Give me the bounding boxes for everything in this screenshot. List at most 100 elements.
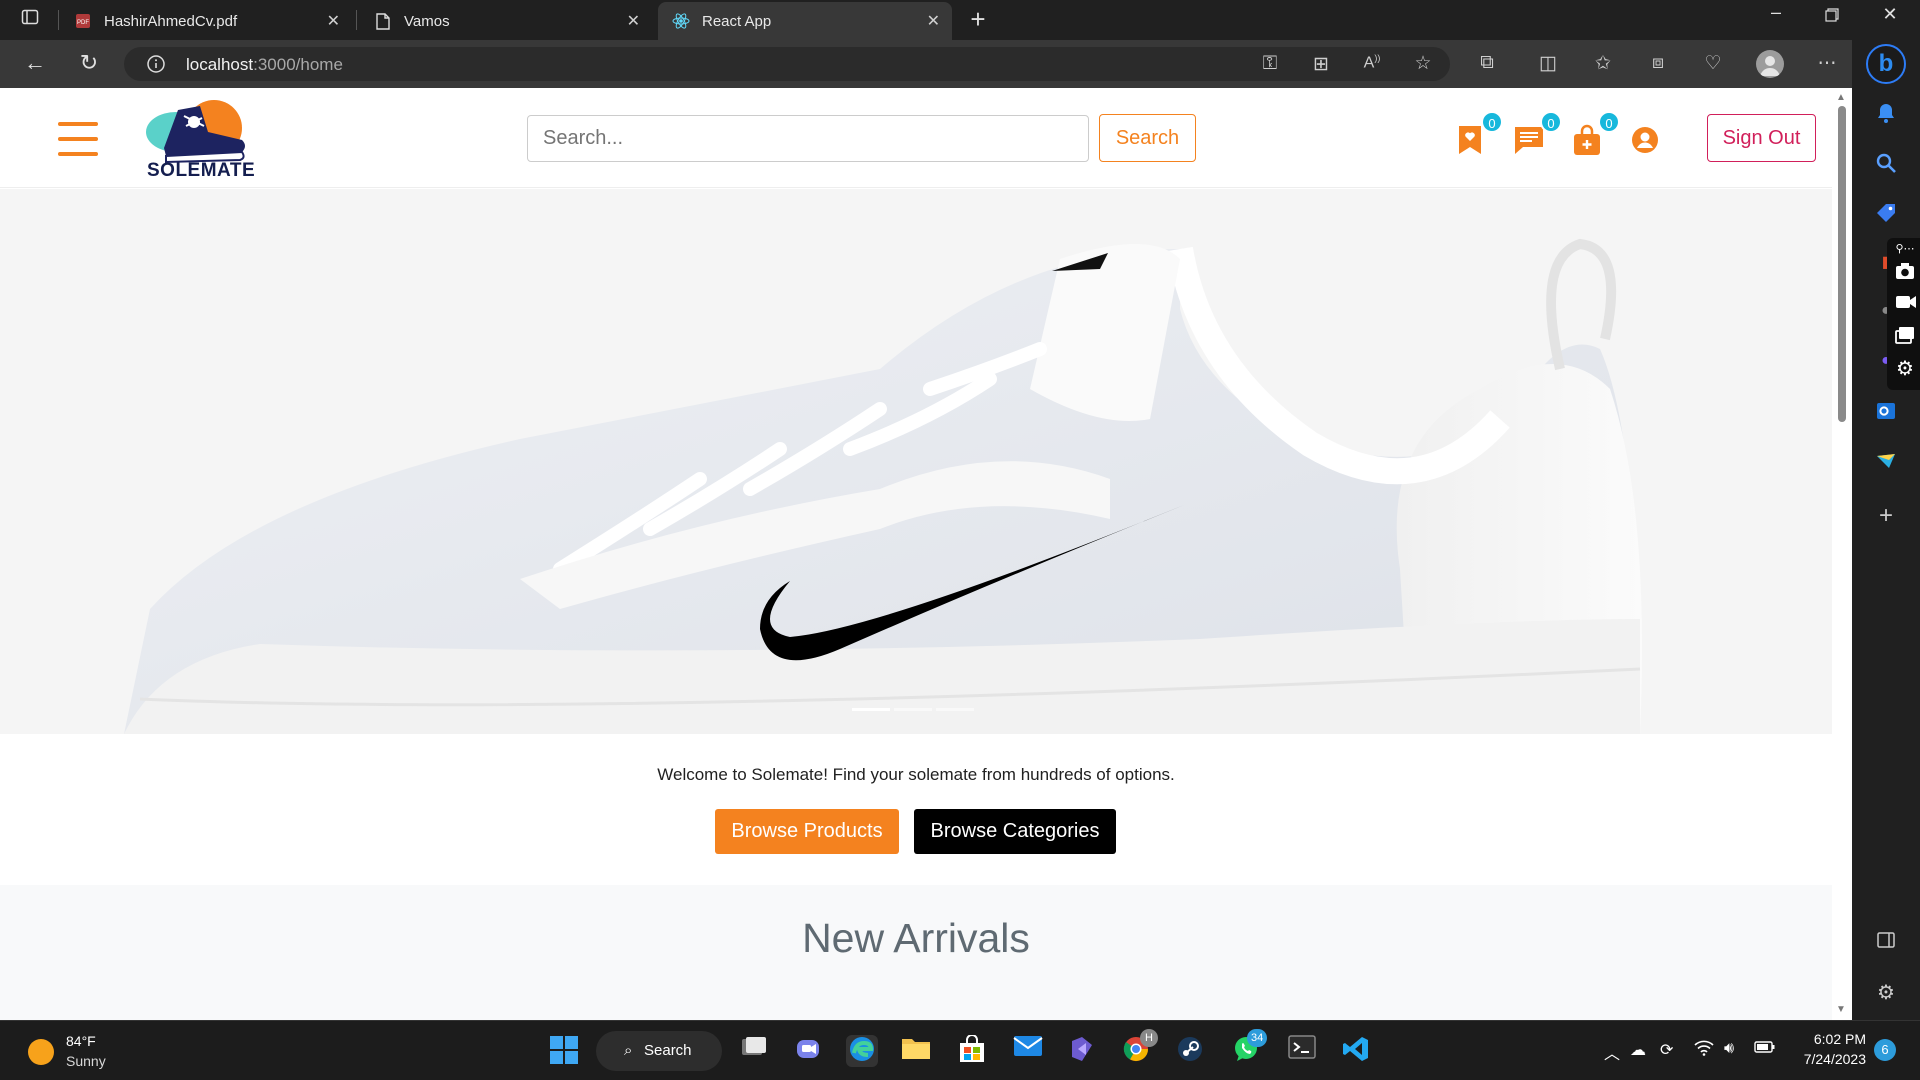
cart-badge: 0 xyxy=(1598,111,1620,133)
address-bar: ← ↻ localhost:3000/home ⚿ ⊞ A)) ☆ ⧉ ◫ ✩ … xyxy=(0,40,1920,88)
logo-text: SOLEMATE xyxy=(147,160,256,181)
carousel-indicator[interactable] xyxy=(894,708,932,711)
taskbar-search[interactable]: ⌕ Search xyxy=(596,1031,722,1071)
url-field[interactable]: localhost:3000/home ⚿ ⊞ A)) ☆ xyxy=(124,47,1450,81)
collections-icon[interactable]: ⧈ xyxy=(1645,52,1671,74)
user-account-icon[interactable] xyxy=(1631,126,1661,158)
tab-actions-icon[interactable] xyxy=(10,8,50,31)
onedrive-icon[interactable]: ☁ xyxy=(1630,1040,1646,1060)
read-aloud-icon[interactable]: A)) xyxy=(1359,53,1385,72)
camera-icon[interactable] xyxy=(1895,262,1915,282)
notifications-bell-icon[interactable] xyxy=(1874,102,1898,126)
clock-time: 6:02 PM xyxy=(1813,1031,1866,1047)
messages-icon[interactable] xyxy=(1513,124,1543,156)
hamburger-menu-icon[interactable] xyxy=(58,122,98,156)
battery-icon[interactable] xyxy=(1754,1040,1776,1059)
microsoft-store-icon[interactable] xyxy=(956,1034,988,1067)
refresh-icon[interactable]: ↻ xyxy=(74,50,104,76)
capture-toolbar: ⚲⋯ ⚙ xyxy=(1887,238,1920,390)
svg-text:PDF: PDF xyxy=(77,20,89,26)
page-scrollbar[interactable]: ▲ ▼ xyxy=(1832,88,1852,1020)
carousel-indicator[interactable] xyxy=(936,708,974,711)
drop-send-icon[interactable] xyxy=(1874,450,1898,474)
task-view-icon[interactable] xyxy=(738,1035,770,1067)
taskbar-clock[interactable]: 6:02 PM 7/24/2023 xyxy=(1790,1031,1866,1067)
edge-browser-icon[interactable] xyxy=(846,1035,878,1067)
visual-studio-icon[interactable] xyxy=(1066,1035,1098,1067)
volume-icon[interactable]: 🔊︎ xyxy=(1724,1040,1734,1058)
split-screen-icon[interactable]: ◫ xyxy=(1535,52,1561,75)
weather-condition[interactable]: Sunny xyxy=(66,1053,106,1069)
chrome-profile-badge: H xyxy=(1140,1029,1158,1047)
tab-vamos[interactable]: Vamos ✕ xyxy=(360,2,652,40)
teams-chat-icon[interactable] xyxy=(792,1035,824,1067)
carousel-indicator[interactable] xyxy=(852,708,890,711)
sign-out-button[interactable]: Sign Out xyxy=(1707,114,1816,162)
more-options-icon[interactable]: ⋯ xyxy=(1814,52,1840,75)
sync-icon[interactable]: ⟳ xyxy=(1660,1040,1673,1060)
hide-sidebar-icon[interactable] xyxy=(1874,930,1898,954)
show-hidden-icons-icon[interactable]: ︿ xyxy=(1604,1040,1620,1064)
search-icon: ⌕ xyxy=(624,1042,633,1059)
tab-title: HashirAhmedCv.pdf xyxy=(104,12,238,30)
search-button[interactable]: Search xyxy=(1099,114,1196,162)
shopping-tag-icon[interactable] xyxy=(1874,202,1898,226)
sidebar-search-icon[interactable] xyxy=(1874,152,1898,176)
extensions-icon[interactable]: ⧉ xyxy=(1474,52,1500,74)
weather-sun-icon[interactable] xyxy=(28,1039,54,1065)
vscode-icon[interactable] xyxy=(1340,1035,1372,1067)
url-text: localhost:3000/home xyxy=(186,55,343,74)
profile-avatar-icon[interactable] xyxy=(1756,50,1784,78)
toolbar-grip-icon[interactable]: ⚲⋯ xyxy=(1895,242,1915,262)
mail-icon[interactable] xyxy=(1012,1035,1044,1067)
file-explorer-icon[interactable] xyxy=(900,1035,932,1067)
steam-icon[interactable] xyxy=(1174,1035,1206,1067)
restore-icon[interactable] xyxy=(1812,6,1852,27)
carousel-indicators xyxy=(852,698,978,716)
window-capture-icon[interactable] xyxy=(1895,326,1915,346)
wishlist-icon[interactable] xyxy=(1456,124,1486,156)
bing-copilot-icon[interactable]: b xyxy=(1866,44,1906,84)
search-input[interactable] xyxy=(527,115,1089,162)
clock-date: 7/24/2023 xyxy=(1803,1051,1866,1067)
sidebar-settings-icon[interactable]: ⚙ xyxy=(1874,980,1898,1004)
hero-sneaker-image xyxy=(0,189,1832,734)
favorite-star-icon[interactable]: ☆ xyxy=(1410,52,1436,75)
minimize-icon[interactable]: – xyxy=(1756,2,1796,23)
close-window-icon[interactable]: ✕ xyxy=(1870,4,1910,25)
outlook-icon[interactable] xyxy=(1874,400,1898,424)
browser-tab-bar: PDF HashirAhmedCv.pdf ✕ Vamos ✕ React Ap… xyxy=(0,0,1920,40)
wishlist-badge: 0 xyxy=(1481,111,1503,133)
apps-icon[interactable]: ⊞ xyxy=(1308,53,1334,76)
browser-essentials-icon[interactable]: ♡ xyxy=(1700,52,1726,75)
weather-temperature[interactable]: 84°F xyxy=(66,1033,96,1049)
favorites-icon[interactable]: ✩ xyxy=(1590,52,1616,75)
new-arrivals-heading: New Arrivals xyxy=(802,915,1030,961)
close-tab-icon[interactable]: ✕ xyxy=(627,11,640,31)
tab-hashir-cv[interactable]: PDF HashirAhmedCv.pdf ✕ xyxy=(60,2,352,40)
terminal-icon[interactable] xyxy=(1286,1035,1318,1067)
hero-carousel[interactable] xyxy=(0,189,1832,734)
password-key-icon[interactable]: ⚿ xyxy=(1257,53,1283,75)
capture-settings-icon[interactable]: ⚙ xyxy=(1895,356,1915,380)
welcome-text: Welcome to Solemate! Find your solemate … xyxy=(657,765,1175,784)
close-tab-icon[interactable]: ✕ xyxy=(327,11,340,31)
notification-count-badge[interactable]: 6 xyxy=(1874,1039,1896,1061)
back-icon[interactable]: ← xyxy=(20,50,50,76)
tab-react-app[interactable]: React App ✕ xyxy=(658,2,952,40)
new-tab-icon[interactable]: + xyxy=(958,4,998,35)
browse-categories-button[interactable]: Browse Categories xyxy=(914,809,1116,854)
site-info-icon[interactable] xyxy=(146,54,166,79)
pdf-icon: PDF xyxy=(74,12,92,30)
shopping-bag-icon[interactable] xyxy=(1572,124,1602,156)
tab-title: React App xyxy=(702,12,772,30)
start-windows-icon[interactable] xyxy=(548,1035,580,1067)
video-record-icon[interactable] xyxy=(1895,294,1916,314)
whatsapp-unread-badge: 34 xyxy=(1247,1029,1268,1047)
add-sidebar-app-icon[interactable]: + xyxy=(1874,502,1898,529)
browse-products-button[interactable]: Browse Products xyxy=(715,809,899,854)
edge-sidebar: ▮ ● ● + ⚙ xyxy=(1852,40,1920,1020)
scrollbar-thumb[interactable] xyxy=(1838,106,1846,422)
wifi-icon[interactable] xyxy=(1694,1040,1714,1061)
close-tab-icon[interactable]: ✕ xyxy=(927,11,940,31)
